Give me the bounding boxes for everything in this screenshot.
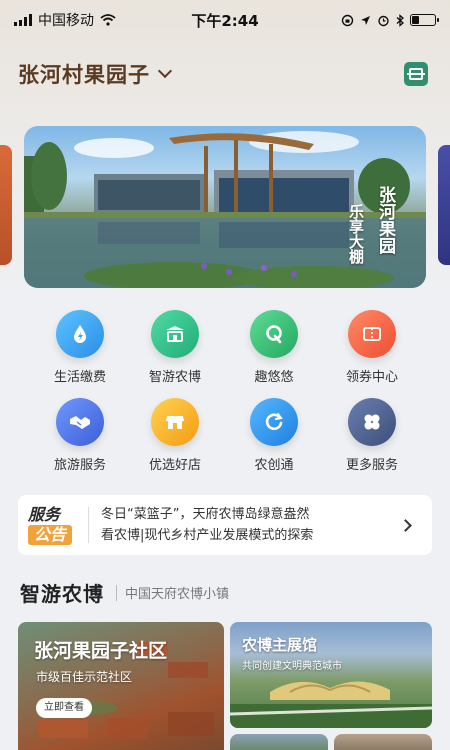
notice-divider (88, 507, 89, 543)
notice-text: 冬日“菜篮子”，天府农博岛绿意盎然 看农博|现代乡村产业发展模式的探索 (101, 504, 401, 546)
ticket-icon (348, 310, 396, 358)
q-swirl-icon (250, 310, 298, 358)
community-card-title: 张河果园子社区 (34, 640, 168, 662)
wifi-icon (100, 14, 116, 26)
page-title[interactable]: 张河村果园子 (18, 59, 150, 89)
service-quyouyou[interactable]: 趣悠悠 (224, 310, 324, 385)
service-label: 领券中心 (345, 370, 398, 385)
service-label: 趣悠悠 (254, 370, 294, 385)
notice-line-2[interactable]: 看农博|现代乡村产业发展模式的探索 (101, 525, 401, 546)
notice-badge-line2: 公告 (28, 525, 72, 545)
service-label: 智游农博 (148, 370, 201, 385)
service-label: 优选好店 (148, 458, 201, 473)
service-label: 农创通 (254, 458, 294, 473)
banner-prev-slide[interactable] (0, 145, 12, 265)
water-drop-bolt-icon (56, 310, 104, 358)
scan-button[interactable] (404, 62, 428, 86)
section-subtitle: 中国天府农博小镇 (125, 587, 230, 602)
alarm-icon (378, 15, 389, 26)
four-petal-icon (348, 398, 396, 446)
main-pavilion-title: 农博主展馆 (242, 636, 318, 654)
section-header: 智游农博 中国天府农博小镇 (20, 578, 229, 607)
carrier-label: 中国移动 (38, 13, 94, 29)
chevron-down-icon[interactable] (157, 63, 173, 79)
service-more[interactable]: 更多服务 (322, 398, 422, 473)
status-bar: 中国移动 下午2:44 (0, 0, 450, 40)
service-utility-payment[interactable]: 生活缴费 (30, 310, 130, 385)
bluetooth-icon (396, 13, 404, 27)
notice-badge-line1: 服务 (28, 505, 61, 524)
banner-next-slide[interactable] (438, 145, 450, 265)
refresh-c-icon (250, 398, 298, 446)
service-notice[interactable]: 服务 公告 冬日“菜篮子”，天府农博岛绿意盎然 看农博|现代乡村产业发展模式的探… (18, 495, 432, 555)
status-right (286, 13, 439, 27)
venue-card-2[interactable] (230, 734, 328, 750)
service-smart-tour[interactable]: 智游农博 (125, 310, 225, 385)
handshake-icon (56, 398, 104, 446)
notice-line-1[interactable]: 冬日“菜篮子”，天府农博岛绿意盎然 (101, 504, 401, 525)
header: 张河村果园子 (18, 58, 432, 90)
status-time: 下午2:44 (191, 11, 259, 30)
chevron-right-icon[interactable] (399, 518, 412, 532)
storefront-icon (151, 398, 199, 446)
service-coupon-center[interactable]: 领券中心 (322, 310, 422, 385)
venue-card-3[interactable] (334, 734, 432, 750)
service-label: 更多服务 (345, 458, 398, 473)
banner-caption: 乐享大棚 张河果园 (346, 186, 398, 264)
scan-icon (407, 68, 425, 80)
status-left: 中国移动 (14, 10, 164, 30)
notice-badge: 服务 公告 (18, 495, 84, 555)
section-title: 智游农博 (20, 582, 104, 606)
main-pavilion-card[interactable]: 农博主展馆 共同创建文明典范城市 (230, 622, 432, 728)
rotation-lock-icon (341, 14, 354, 26)
banner-caption-line2: 张河果园 (375, 186, 395, 254)
community-card-subtitle: 市级百佳示范社区 (36, 670, 133, 684)
service-selected-shops[interactable]: 优选好店 (125, 398, 225, 473)
service-label: 生活缴费 (53, 370, 106, 385)
battery-icon (410, 14, 439, 26)
service-travel[interactable]: 旅游服务 (30, 398, 130, 473)
pavilion-icon (151, 310, 199, 358)
main-pavilion-subtitle: 共同创建文明典范城市 (242, 661, 342, 672)
services-grid: 生活缴费 智游农博 趣悠悠 领券中心 旅游服务 优选好店 农创通 更多服务 (0, 308, 450, 478)
service-label: 旅游服务 (53, 458, 106, 473)
service-agri-innovation[interactable]: 农创通 (224, 398, 324, 473)
section-divider (116, 584, 117, 601)
community-card[interactable]: 张河果园子社区 市级百佳示范社区 立即查看 (18, 622, 224, 750)
view-now-button[interactable]: 立即查看 (36, 698, 92, 718)
banner-carousel[interactable]: 乐享大棚 张河果园 (24, 126, 426, 288)
signal-icon (14, 14, 32, 26)
location-arrow-icon (361, 15, 370, 25)
banner-caption-line1: 乐享大棚 (347, 204, 365, 264)
